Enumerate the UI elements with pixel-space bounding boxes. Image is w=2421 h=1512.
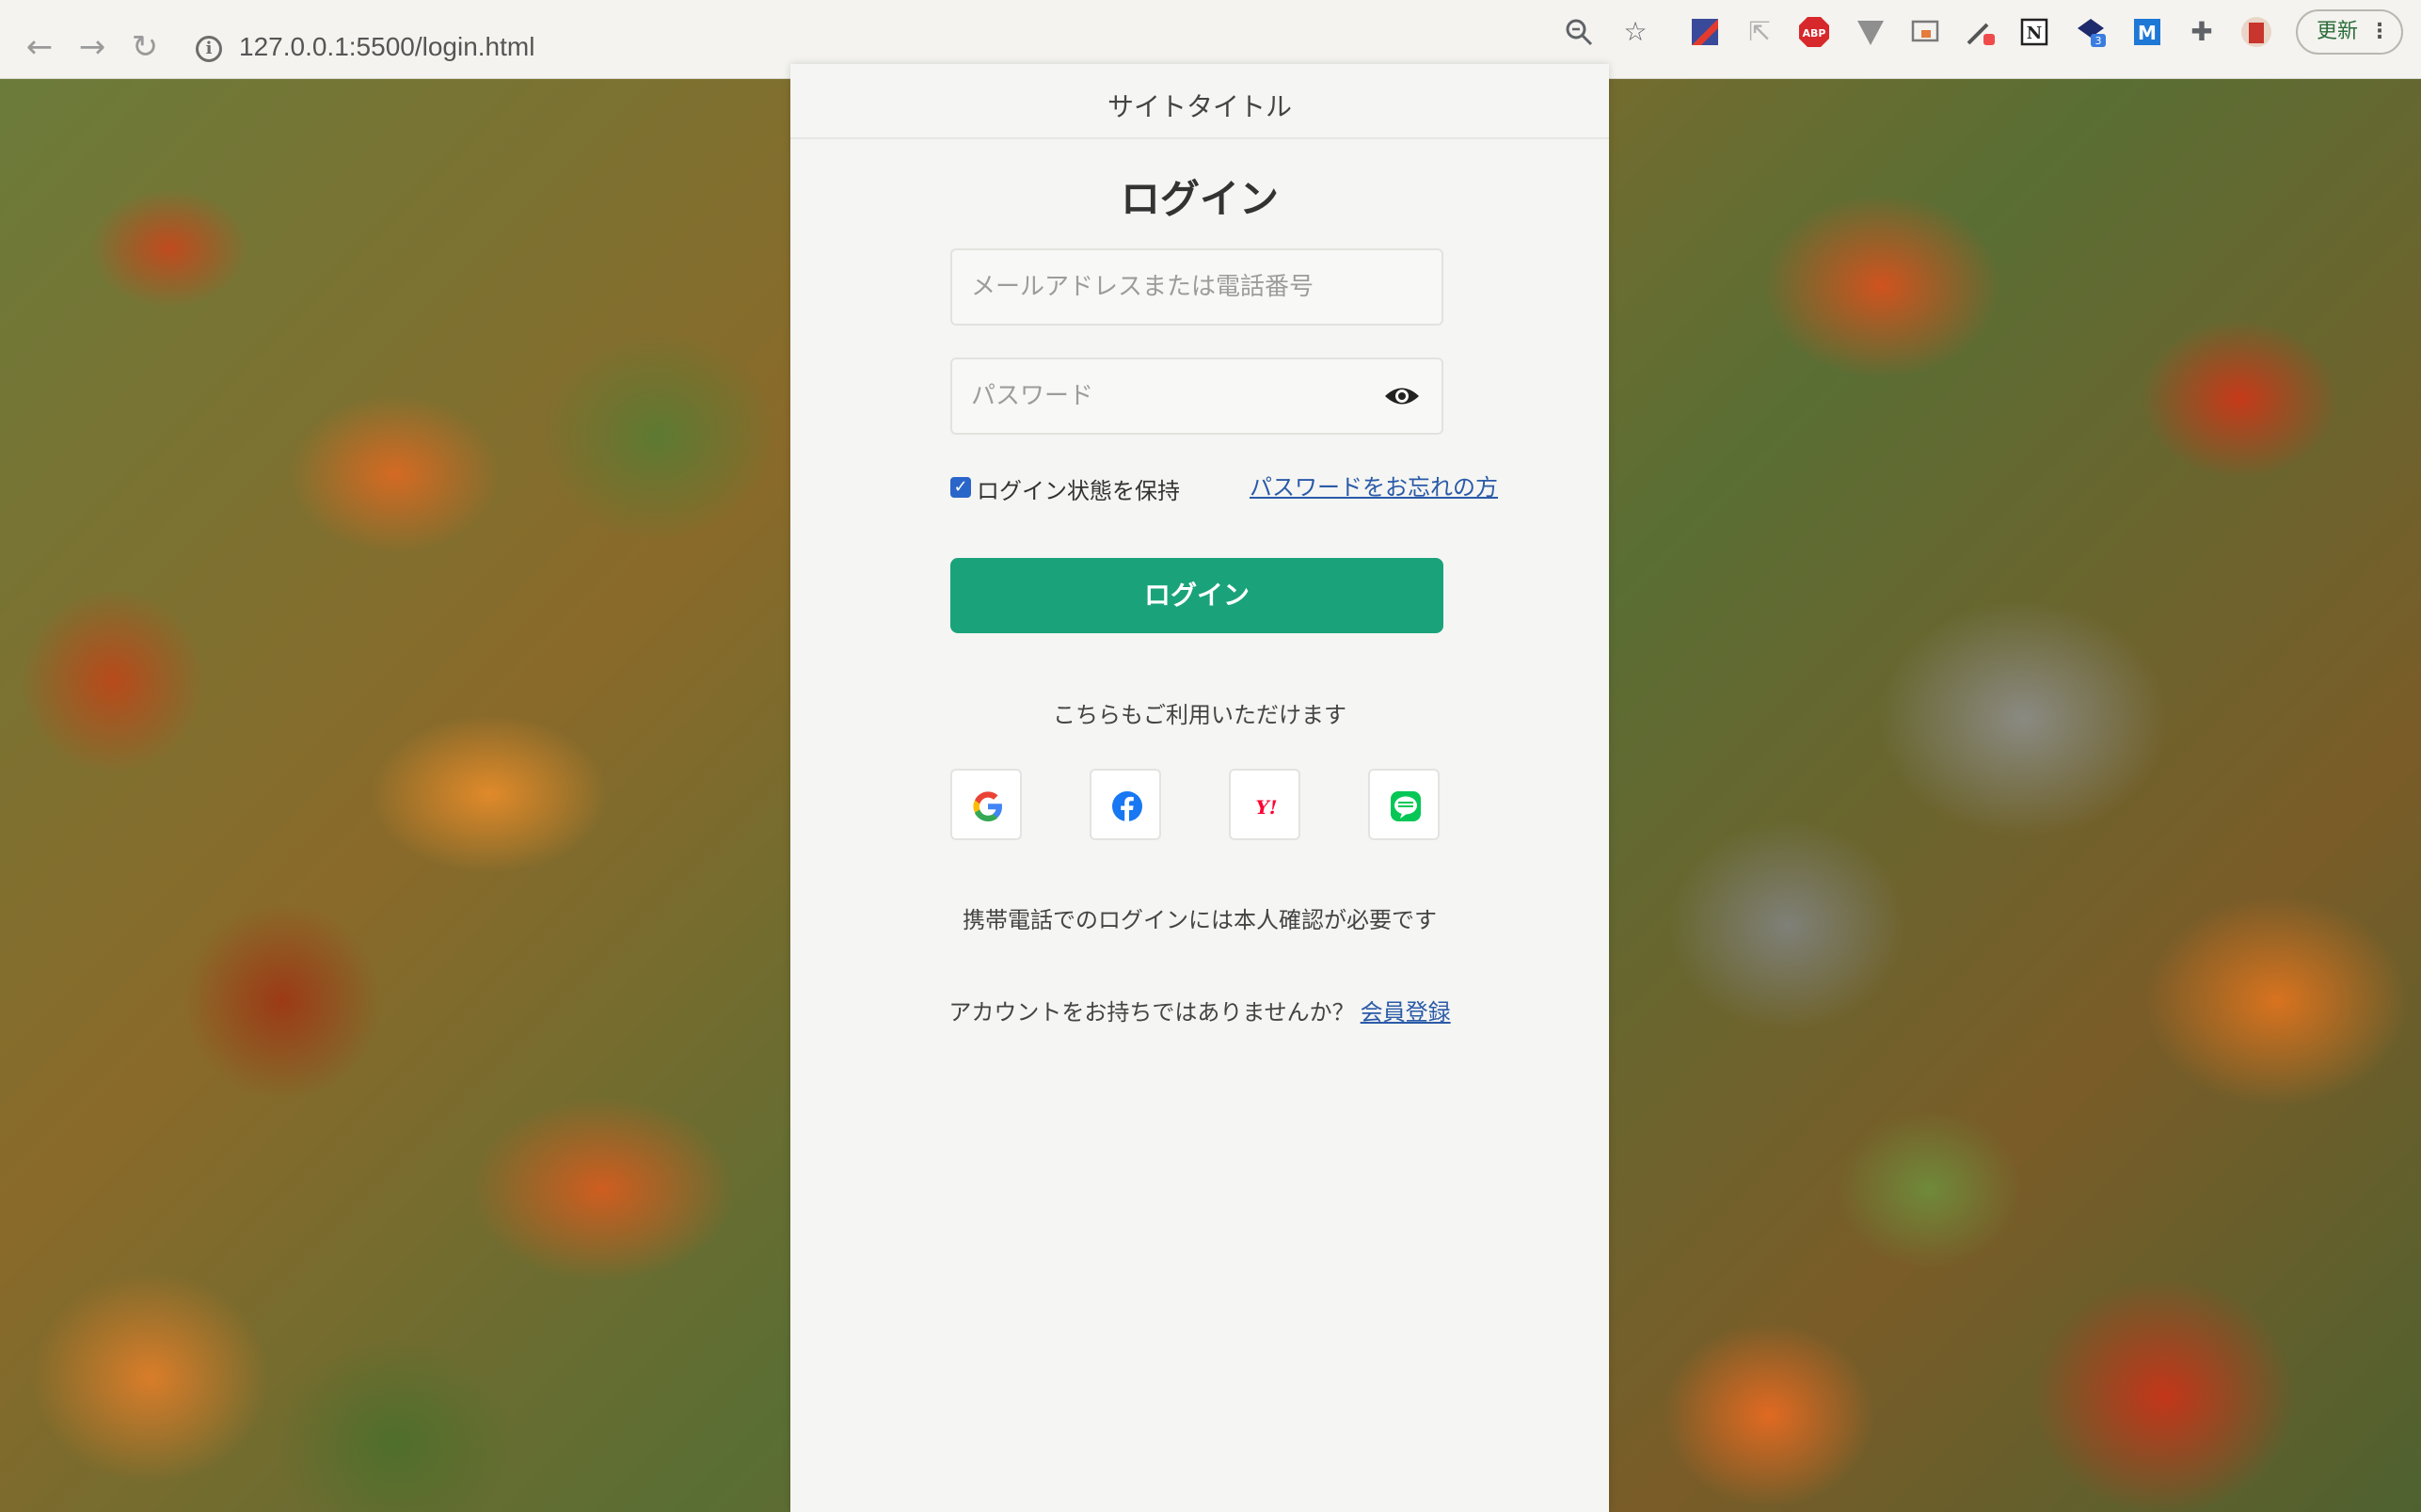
update-button[interactable]: 更新 ⋮ [2296,9,2403,55]
reload-icon[interactable]: ↻ [126,28,164,66]
site-title[interactable]: サイトタイトル [1107,87,1292,124]
password-input[interactable] [950,358,1443,435]
back-icon[interactable]: ← [21,28,58,66]
mobile-login-note: 携帯電話でのログインには本人確認が必要です [963,907,1437,933]
facebook-icon [1112,791,1142,821]
alternative-login-text: こちらもご利用いただけます [1053,702,1346,728]
google-icon [973,791,1002,821]
profile-avatar-icon[interactable] [2239,15,2273,49]
menu-dots-icon[interactable]: ⋮ [2369,11,2390,53]
forward-icon[interactable]: → [73,28,111,66]
bookmark-star-icon[interactable]: ☆ [1618,15,1652,49]
site-info-icon[interactable]: i [196,36,222,62]
cursor-extension-icon[interactable]: ⇱ [1743,15,1776,49]
forgot-password-link[interactable]: パスワードをお忘れの方 [1250,469,1498,501]
adblock-icon[interactable]: ABP [1797,15,1831,49]
google-login-button[interactable] [950,769,1022,840]
signup-row: アカウントをお持ちではありませんか？ 会員登録 [790,994,1609,1027]
remember-me-label[interactable]: ログイン状態を保持 [977,472,1180,505]
login-button[interactable]: ログイン [950,558,1443,633]
site-header: サイトタイトル [790,64,1609,139]
notion-icon[interactable]: N [2017,15,2051,49]
svg-text:M: M [2138,22,2157,44]
login-panel: サイトタイトル ログイン ✓ ログイン状態を保持 パスワードをお忘れの方 ログイ… [790,64,1609,1512]
yahoo-icon: Y! [1255,796,1277,819]
svg-text:N: N [2027,24,2042,43]
zoom-icon[interactable] [1562,15,1596,49]
address-bar[interactable]: 127.0.0.1:5500/login.html [239,32,534,62]
vuetify-extension-icon[interactable] [1854,15,1887,49]
eye-icon[interactable] [1383,380,1421,412]
svg-text:ABP: ABP [1803,27,1826,40]
line-icon [1391,791,1421,821]
extension-icon[interactable] [1688,15,1722,49]
remember-me-checkbox[interactable]: ✓ [950,477,971,498]
signup-link[interactable]: 会員登録 [1361,999,1451,1026]
m-extension-icon[interactable]: M [2130,15,2164,49]
extension-badge-icon[interactable]: 3 [2074,15,2108,49]
color-picker-icon[interactable] [1963,15,1997,49]
puzzle-extensions-icon[interactable]: ✚ [2185,15,2219,49]
email-input[interactable] [950,248,1443,326]
svg-text:3: 3 [2095,35,2102,47]
login-heading: ログイン [1120,176,1279,222]
facebook-login-button[interactable] [1090,769,1161,840]
line-login-button[interactable] [1368,769,1440,840]
signup-prompt: アカウントをお持ちではありませんか？ [948,999,1355,1026]
svg-text:Y!: Y! [1255,796,1277,819]
yahoo-login-button[interactable]: Y! [1229,769,1300,840]
screen-capture-icon[interactable] [1908,15,1942,49]
